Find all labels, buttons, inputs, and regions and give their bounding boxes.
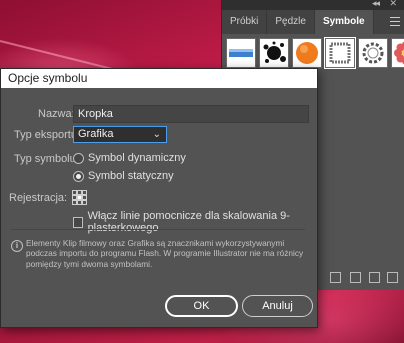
radio-button-selected[interactable]: [73, 170, 84, 182]
symbol-type-label: Typ symbolu:: [14, 153, 79, 165]
radio-static-label: Symbol statyczny: [88, 170, 174, 182]
symbol-library: [226, 37, 404, 69]
symbol-options-icon[interactable]: [350, 272, 361, 283]
panel-tabs: Próbki Pędzle Symbole: [222, 10, 404, 35]
ink-splat-symbol[interactable]: [259, 38, 289, 68]
panel-top-bar: ◂◂ ✕: [222, 0, 404, 10]
registration-label: Rejestracja:: [9, 192, 68, 204]
tab-symbole[interactable]: Symbole: [314, 10, 374, 34]
place-symbol-icon[interactable]: [330, 272, 341, 283]
registration-point-grid[interactable]: [72, 190, 87, 205]
panel-menu-icon[interactable]: [390, 17, 400, 29]
rope-frame-symbol[interactable]: [324, 37, 356, 69]
guides-checkbox-label: Włącz linie pomocnicze dla skalowania 9-…: [87, 210, 290, 234]
export-type-select[interactable]: Grafika ⌄: [73, 126, 167, 143]
chevron-down-icon: ⌄: [152, 129, 161, 140]
export-type-value: Grafika: [78, 128, 114, 140]
nine-slice-guides-option[interactable]: Włącz linie pomocnicze dla skalowania 9-…: [73, 210, 317, 234]
trash-icon[interactable]: [387, 272, 398, 283]
radio-dynamic-symbol[interactable]: Symbol dynamiczny: [73, 152, 186, 164]
name-input[interactable]: [73, 105, 309, 123]
export-type-label: Typ eksportu:: [14, 129, 81, 141]
gear-frame-symbol[interactable]: [358, 38, 388, 68]
dialog-title: Opcje symbolu: [1, 69, 317, 88]
new-symbol-icon[interactable]: [369, 272, 380, 283]
divider: [11, 229, 305, 230]
close-icon[interactable]: ✕: [389, 0, 397, 9]
orange-dot-symbol[interactable]: [292, 38, 322, 68]
radio-static-symbol[interactable]: Symbol statyczny: [73, 170, 174, 182]
guides-checkbox[interactable]: [73, 216, 83, 228]
name-label: Nazwa:: [38, 108, 75, 120]
radio-button[interactable]: [73, 152, 84, 164]
info-text: Elementy Klip filmowy oraz Grafika są zn…: [26, 238, 304, 269]
cancel-button[interactable]: Anuluj: [242, 295, 313, 317]
double-chevron-icon[interactable]: ◂◂: [372, 0, 380, 9]
symbol-options-dialog: Opcje symbolu Nazwa: Typ eksportu: Grafi…: [0, 68, 318, 328]
radio-dynamic-label: Symbol dynamiczny: [88, 152, 186, 164]
flower-symbol[interactable]: [391, 38, 404, 68]
info-icon: i: [11, 240, 23, 252]
ok-button[interactable]: OK: [165, 295, 238, 317]
tab-probki[interactable]: Próbki: [222, 10, 268, 34]
tab-pedzle[interactable]: Pędzle: [267, 10, 315, 34]
blue-banner-symbol[interactable]: [226, 38, 256, 68]
